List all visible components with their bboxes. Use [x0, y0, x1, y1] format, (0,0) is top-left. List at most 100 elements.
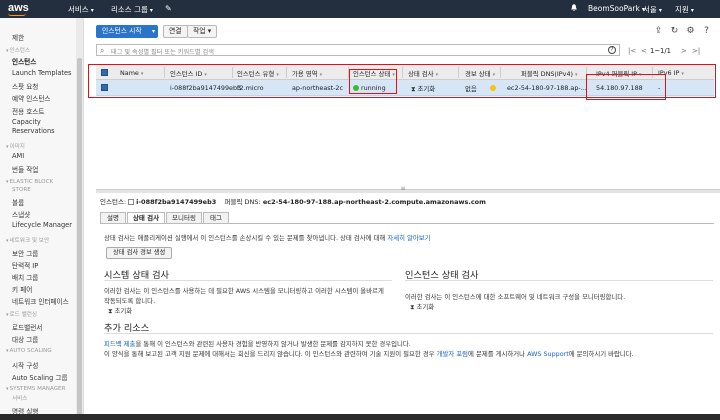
resource-groups-menu[interactable]: 리소스 그룹 ▾: [111, 4, 153, 15]
chevron-down-icon: ▾: [151, 28, 155, 35]
taskbar: [0, 414, 720, 420]
system-status-title: 시스템 상태 검사: [104, 270, 170, 281]
pin-icon[interactable]: ✎: [165, 4, 172, 13]
top-nav: aws 서비스 ▾ 리소스 그룹 ▾ ✎ BeomSooPark ▾ 서울 ▾ 지원 ▾: [0, 0, 720, 18]
hourglass-icon: ⧗: [410, 303, 415, 311]
user-menu[interactable]: BeomSooPark ▾: [588, 4, 645, 13]
services-menu[interactable]: 서비스 ▾: [68, 4, 94, 15]
sidebar-item-6[interactable]: 전용 호스트: [12, 106, 44, 116]
caret-down-icon: ▾: [6, 179, 9, 185]
sidebar-item-15[interactable]: 스냅샷: [12, 209, 30, 219]
caret-down-icon: ▾: [6, 386, 9, 392]
sidebar-item-16[interactable]: Lifecycle Manager: [12, 221, 72, 229]
developer-forum-link[interactable]: 개발자 포럼: [437, 350, 468, 358]
sidebar-item-0[interactable]: 제한: [12, 32, 24, 42]
sidebar-item-5[interactable]: 예약 인스턴스: [12, 93, 51, 103]
additional-resources-line-1: 피드백 제출을 통해 이 인스턴스와 관련된 사용자 경험을 반영하지 않거나 …: [104, 340, 411, 348]
sidebar-section-9[interactable]: ▾이미지: [6, 142, 25, 150]
highlight-state-box: [349, 69, 397, 94]
sidebar-section-label: STORE: [12, 187, 31, 193]
submit-feedback-link[interactable]: 피드백 제출: [104, 340, 135, 348]
sidebar-item-25[interactable]: 대상 그룹: [12, 334, 38, 344]
launch-wizard-icon[interactable]: ⇪: [654, 27, 663, 36]
sidebar-section-17[interactable]: ▾네트워크 및 보안: [6, 236, 49, 244]
pager-count: 1~1/1: [650, 47, 671, 55]
sidebar-item-21[interactable]: 키 페어: [12, 284, 32, 294]
sidebar-section-label: 인스턴스: [9, 48, 31, 54]
sidebar-section-13[interactable]: STORE: [12, 187, 31, 193]
instance-checkbox-icon: [128, 199, 135, 205]
sidebar: 제한 ▾인스턴스 인스턴스 Launch Templates 스팟 요청 예약 인스턴스 전…: [0, 18, 84, 420]
gear-icon[interactable]: ⚙: [686, 27, 695, 36]
sidebar-section-label: 서비스: [12, 396, 28, 402]
prev-page-icon[interactable]: <: [641, 47, 647, 55]
system-status-value: ⧗ 초기화: [108, 307, 133, 315]
caret-down-icon: ▾: [6, 48, 9, 54]
first-page-icon[interactable]: |<: [628, 47, 636, 55]
next-page-icon[interactable]: >: [681, 47, 687, 55]
splitter-grip-icon[interactable]: ≡: [392, 186, 414, 192]
sidebar-section-1[interactable]: ▾인스턴스: [6, 46, 30, 54]
help-icon[interactable]: ?: [702, 27, 711, 36]
sidebar-item-27[interactable]: 시작 구성: [12, 360, 38, 370]
sidebar-item-19[interactable]: 탄력적 IP: [12, 260, 38, 270]
caret-down-icon: ▾: [6, 312, 9, 318]
instance-status-desc: 이러한 검사는 이 인스턴스에 대한 소프트웨어 및 네트워크 구성을 모니터링…: [405, 293, 626, 301]
additional-resources-line-2: 이 양식을 통해 보고된 고객 지원 문제에 대해서는 회신을 드리지 않습니다…: [104, 350, 634, 358]
search-help-icon[interactable]: ?: [608, 46, 616, 54]
hourglass-icon: ⧗: [108, 307, 113, 315]
actions-button[interactable]: 작업 ▾: [187, 25, 218, 38]
launch-instance-button[interactable]: 인스턴스 시작 ▾: [96, 25, 158, 38]
search-bar[interactable]: ⌕ 태그 및 속성별 필터 또는 키워드별 검색 ?: [96, 44, 620, 56]
sidebar-item-3[interactable]: Launch Templates: [12, 69, 72, 77]
region-menu[interactable]: 서울 ▾: [643, 4, 662, 15]
highlight-ip-box: [586, 74, 666, 100]
sidebar-item-28[interactable]: Auto Scaling 그룹: [12, 372, 68, 382]
instance-status-value: ⧗ 초기화: [410, 303, 435, 311]
sidebar-item-14[interactable]: 볼륨: [12, 197, 24, 207]
system-status-desc-2: 작동되도록 합니다.: [104, 297, 156, 305]
connect-button[interactable]: 연결: [163, 25, 188, 38]
support-menu[interactable]: 지원 ▾: [675, 4, 694, 15]
caret-down-icon: ▾: [6, 144, 9, 150]
sidebar-item-2[interactable]: 인스턴스: [12, 56, 36, 66]
caret-down-icon: ▾: [6, 238, 9, 244]
sidebar-item-18[interactable]: 보안 그룹: [12, 248, 38, 258]
sidebar-section-30[interactable]: 서비스: [12, 394, 27, 402]
last-page-icon[interactable]: >|: [692, 47, 700, 55]
sidebar-section-23[interactable]: ▾로드 밸런싱: [6, 310, 37, 318]
instance-status-title: 인스턴스 상태 검사: [405, 270, 479, 281]
sidebar-section-label: 네트워크 및 보안: [9, 238, 50, 244]
sidebar-item-20[interactable]: 배치 그룹: [12, 272, 38, 282]
sidebar-section-label: 이미지: [9, 144, 25, 150]
sidebar-section-12[interactable]: ▾ELASTIC BLOCK: [6, 179, 53, 185]
sidebar-section-label: SYSTEMS MANAGER: [9, 386, 66, 392]
tab-underline: [100, 223, 714, 224]
learn-more-link[interactable]: 자세히 알아보기: [387, 234, 430, 242]
divider: [104, 280, 392, 281]
divider: [104, 333, 713, 334]
sidebar-section-29[interactable]: ▾SYSTEMS MANAGER: [6, 386, 65, 392]
aws-logo-smile-icon: [8, 13, 26, 16]
sidebar-item-8[interactable]: Reservations: [12, 127, 55, 135]
sidebar-scrollbar-thumb[interactable]: [77, 58, 82, 418]
system-status-desc-1: 이러한 검사는 이 인스턴스를 사용하는 데 필요한 AWS 시스템을 모니터링…: [104, 287, 384, 295]
refresh-icon[interactable]: ↻: [670, 27, 679, 36]
search-icon: ⌕: [100, 46, 105, 55]
bell-icon[interactable]: [570, 3, 578, 12]
sidebar-item-11[interactable]: 번들 작업: [12, 164, 38, 174]
additional-resources-title: 추가 리소스: [104, 323, 150, 334]
sidebar-item-24[interactable]: 로드밸런서: [12, 322, 42, 332]
sidebar-item-10[interactable]: AMI: [12, 152, 24, 160]
sidebar-item-4[interactable]: 스팟 요청: [12, 81, 38, 91]
caret-down-icon: ▾: [6, 348, 9, 354]
sidebar-section-26[interactable]: ▾AUTO SCALING: [6, 348, 52, 354]
chevron-down-icon: ▾: [207, 27, 212, 35]
status-checks-intro: 상태 검사는 애플리케이션 실행에서 이 인스턴스를 손상시킬 수 있는 문제를…: [104, 234, 431, 242]
aws-support-link[interactable]: AWS Support: [527, 350, 569, 358]
sidebar-section-label: 로드 밸런싱: [9, 312, 38, 318]
sidebar-item-22[interactable]: 네트워크 인터페이스: [12, 296, 69, 306]
create-status-alarm-button[interactable]: 상태 검사 경보 생성: [106, 247, 173, 259]
sidebar-item-7[interactable]: Capacity: [12, 118, 41, 126]
search-input[interactable]: 태그 및 속성별 필터 또는 키워드별 검색: [111, 47, 214, 56]
